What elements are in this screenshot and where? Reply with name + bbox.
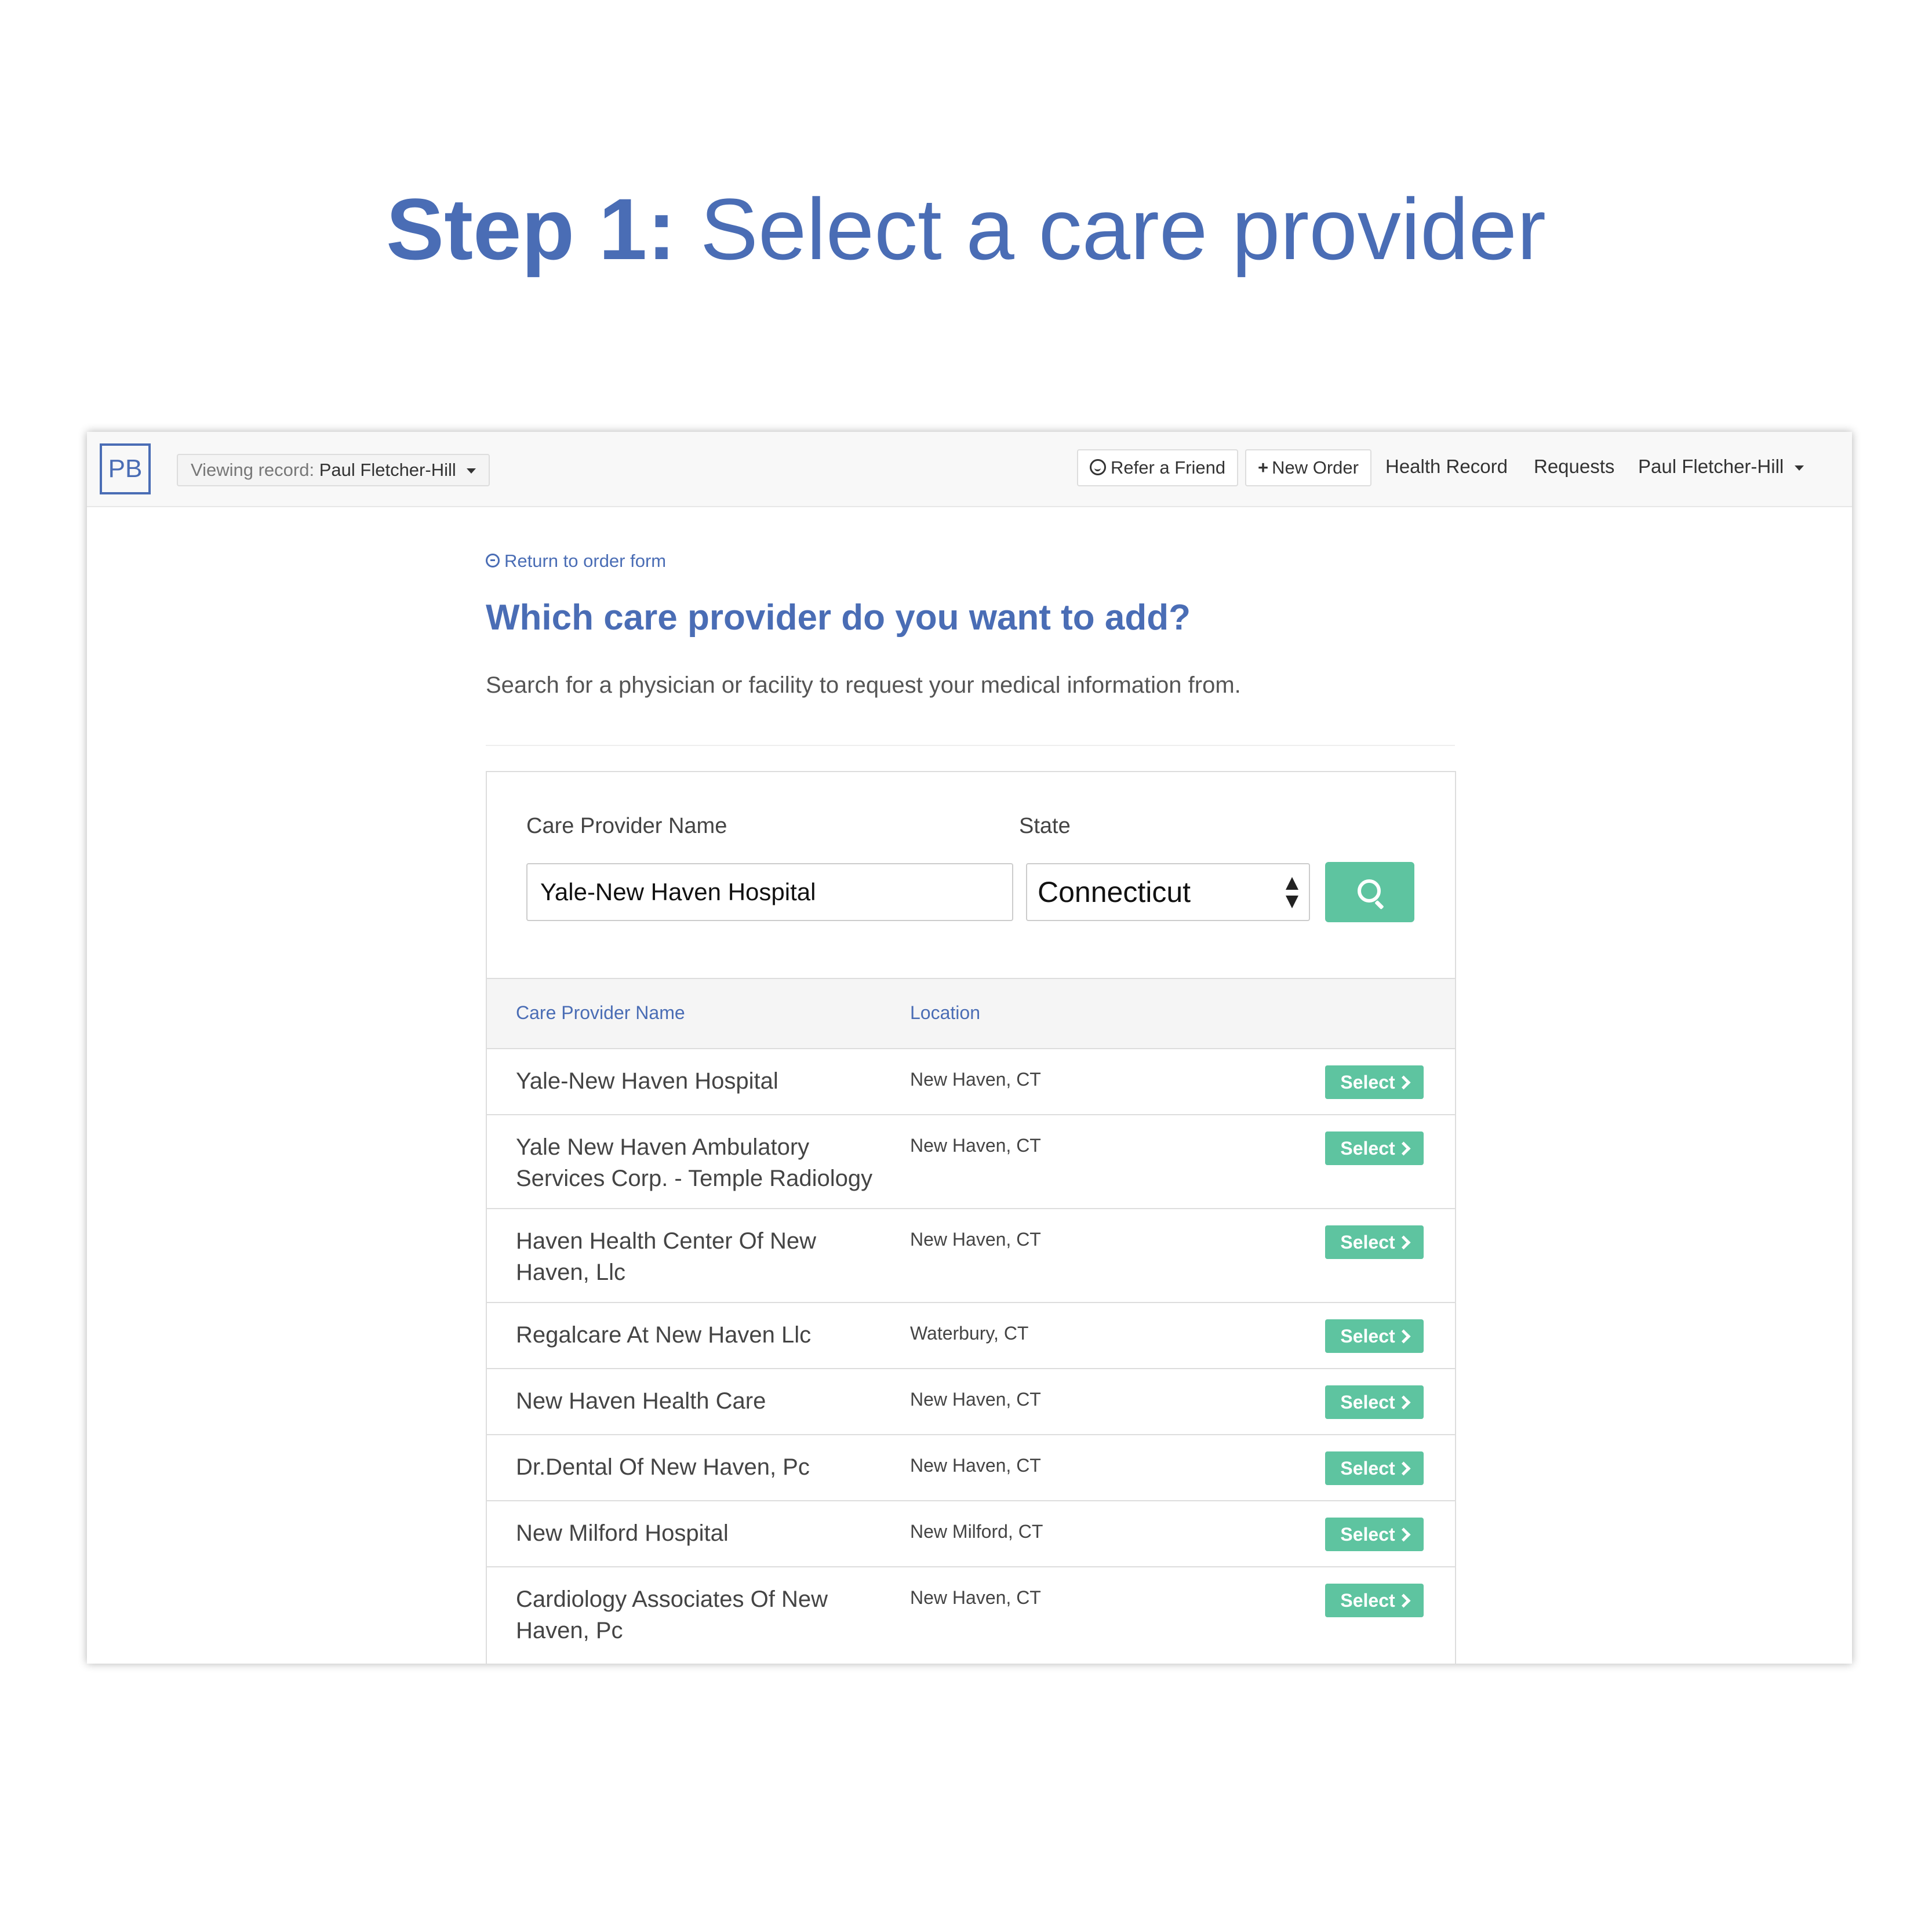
table-row: Yale-New Haven Hospital New Haven, CT Se… [487,1049,1455,1115]
table-row: Dr.Dental Of New Haven, Pc New Haven, CT… [487,1435,1455,1501]
chevron-right-icon [1396,1593,1411,1608]
search-icon [1358,879,1381,903]
table-row: New Haven Health Care New Haven, CT Sele… [487,1369,1455,1435]
refer-friend-label: Refer a Friend [1111,457,1226,478]
step-title: Step 1: Select a care provider [0,185,1932,272]
search-button[interactable] [1325,862,1414,922]
provider-location: New Haven, CT [910,1455,1041,1476]
provider-name: Regalcare At New Haven Llc [516,1322,812,1348]
table-row: Cardiology Associates Of New Haven, Pc N… [487,1567,1455,1661]
return-link-label: Return to order form [504,551,667,571]
page-heading: Which care provider do you want to add? [486,598,1191,638]
select-provider-button[interactable]: Select [1325,1385,1424,1419]
provider-name: New Haven Health Care [516,1388,766,1414]
provider-location: New Haven, CT [910,1389,1041,1410]
select-label: Select [1340,1590,1395,1611]
page: Step 1: Select a care provider PB Viewin… [0,0,1932,1932]
state-selected-value: Connecticut [1038,876,1191,908]
table-row: Yale New Haven Ambulatory Services Corp.… [487,1115,1455,1209]
provider-name: Yale-New Haven Hospital [516,1068,778,1094]
select-provider-button[interactable]: Select [1325,1065,1424,1099]
select-provider-button[interactable]: Select [1325,1319,1424,1353]
provider-location: New Haven, CT [910,1069,1041,1090]
nav-requests[interactable]: Requests [1534,449,1614,484]
smile-icon [1090,459,1106,475]
chevron-right-icon [1396,1141,1411,1156]
select-provider-button[interactable]: Select [1325,1584,1424,1617]
chevron-right-icon [1396,1461,1411,1476]
new-order-label: New Order [1272,457,1359,478]
select-provider-button[interactable]: Select [1325,1451,1424,1485]
chevron-right-icon [1396,1075,1411,1090]
select-label: Select [1340,1138,1395,1159]
viewing-record-dropdown[interactable]: Viewing record: Paul Fletcher-Hill [177,454,490,486]
provider-name: New Milford Hospital [516,1520,729,1546]
state-select[interactable]: Connecticut [1026,863,1310,921]
provider-location: Waterbury, CT [910,1323,1029,1344]
chevron-right-icon [1396,1329,1411,1344]
select-label: Select [1340,1458,1395,1479]
user-name: Paul Fletcher-Hill [1638,456,1784,477]
nav-health-record[interactable]: Health Record [1385,449,1508,484]
refer-friend-button[interactable]: Refer a Friend [1077,449,1239,486]
divider [486,745,1455,746]
care-provider-search-input[interactable] [526,863,1013,921]
select-label: Select [1340,1326,1395,1347]
provider-name: Dr.Dental Of New Haven, Pc [516,1454,810,1480]
select-provider-button[interactable]: Select [1325,1131,1424,1165]
chevron-right-icon [1396,1395,1411,1410]
caret-down-icon [467,468,476,474]
provider-location: New Haven, CT [910,1229,1041,1250]
provider-name: Haven Health Center Of New Haven, Llc [516,1228,817,1285]
care-provider-name-label: Care Provider Name [526,814,727,838]
return-to-order-link[interactable]: Return to order form [486,551,666,572]
select-provider-button[interactable]: Select [1325,1225,1424,1259]
search-card: Care Provider Name State Connecticut Car… [486,771,1456,1664]
plus-icon: + [1258,457,1269,478]
column-header-location[interactable]: Location [910,1002,980,1024]
results-table-header: Care Provider Name Location [487,978,1455,1049]
provider-location: New Haven, CT [910,1587,1041,1608]
provider-location: New Milford, CT [910,1521,1043,1542]
provider-location: New Haven, CT [910,1135,1041,1156]
step-label: Select a care provider [700,180,1546,278]
table-row: New Milford Hospital New Milford, CT Sel… [487,1501,1455,1567]
chevron-right-icon [1396,1235,1411,1250]
select-label: Select [1340,1392,1395,1413]
viewing-record-label: Viewing record: [191,460,315,480]
viewing-record-name: Paul Fletcher-Hill [319,460,456,480]
caret-down-icon [1795,465,1804,471]
page-subtitle: Search for a physician or facility to re… [486,672,1241,698]
provider-name: Cardiology Associates Of New Haven, Pc [516,1587,828,1643]
user-menu[interactable]: Paul Fletcher-Hill [1638,449,1804,484]
results-table-body: Yale-New Haven Hospital New Haven, CT Se… [487,1049,1455,1661]
select-label: Select [1340,1072,1395,1093]
table-row: Regalcare At New Haven Llc Waterbury, CT… [487,1303,1455,1369]
select-provider-button[interactable]: Select [1325,1518,1424,1551]
column-header-name[interactable]: Care Provider Name [516,1002,685,1024]
back-circle-icon [486,554,500,567]
select-label: Select [1340,1232,1395,1253]
top-navbar: PB Viewing record: Paul Fletcher-Hill Re… [87,432,1852,507]
step-prefix: Step 1: [386,180,676,278]
logo[interactable]: PB [100,443,151,494]
table-row: Haven Health Center Of New Haven, Llc Ne… [487,1209,1455,1303]
state-label: State [1019,814,1071,838]
app-screenshot: PB Viewing record: Paul Fletcher-Hill Re… [87,432,1852,1664]
chevron-right-icon [1396,1527,1411,1542]
select-label: Select [1340,1524,1395,1545]
provider-name: Yale New Haven Ambulatory Services Corp.… [516,1134,873,1191]
select-arrows-icon [1286,877,1298,908]
new-order-button[interactable]: + New Order [1245,449,1371,486]
